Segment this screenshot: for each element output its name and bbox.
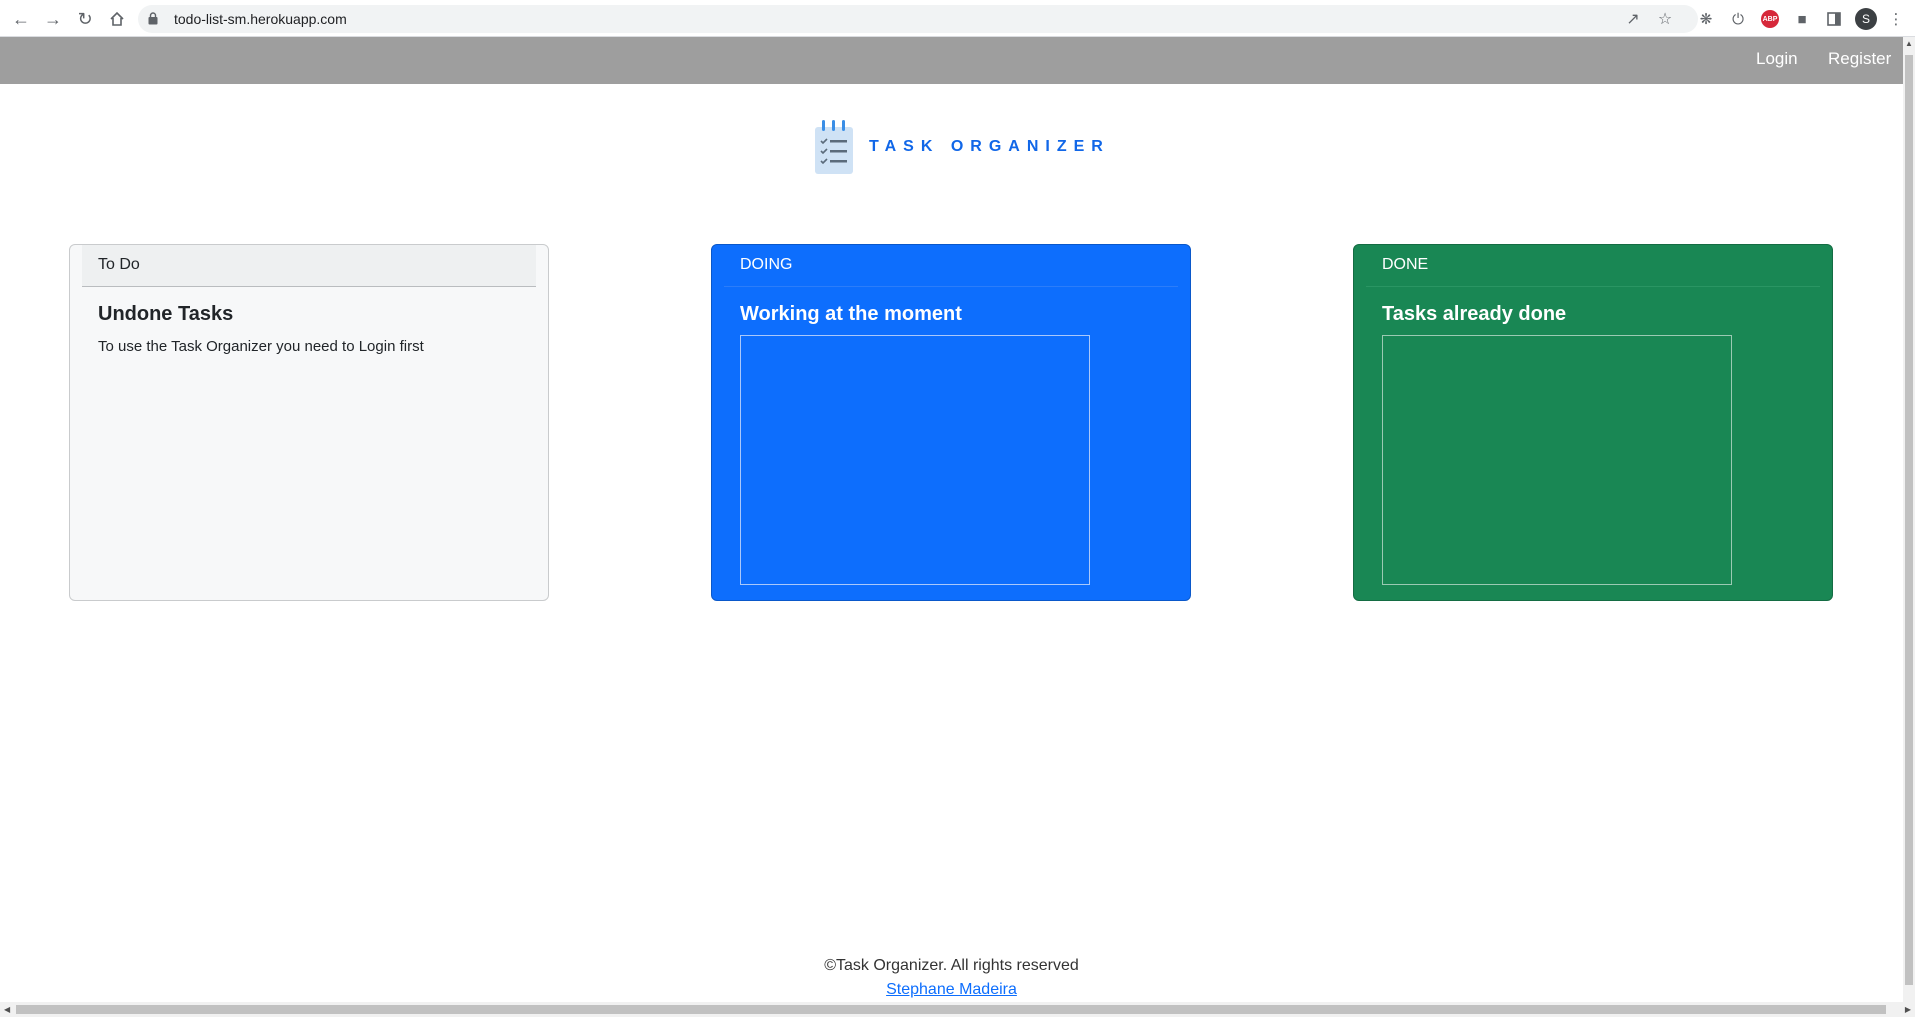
adblock-extension-icon[interactable]: ABP — [1758, 7, 1782, 31]
logo-text: TASK ORGANIZER — [869, 138, 1110, 155]
browser-toolbar: ← → ↻ todo-list-sm.herokuapp.com ↗ ☆ ❋ ⏻… — [0, 0, 1915, 37]
footer-author: Stephane Madeira — [0, 981, 1903, 999]
site-logo[interactable]: TASK ORGANIZER — [815, 120, 1110, 174]
scroll-up-icon[interactable]: ▲ — [1905, 39, 1913, 48]
url-text[interactable]: todo-list-sm.herokuapp.com — [174, 11, 347, 27]
vertical-scrollbar[interactable]: ▲ — [1903, 37, 1915, 1002]
login-link[interactable]: Login — [1756, 49, 1798, 69]
browser-menu-icon[interactable]: ⋮ — [1884, 7, 1908, 31]
reload-icon[interactable]: ↻ — [73, 7, 97, 31]
doing-card: DOING Working at the moment — [711, 244, 1191, 601]
done-card-title: Tasks already done — [1382, 303, 1567, 325]
side-panel-icon[interactable] — [1822, 7, 1846, 31]
adblock-label: ABP — [1761, 10, 1779, 28]
register-link[interactable]: Register — [1828, 49, 1891, 69]
profile-initial: S — [1855, 8, 1877, 30]
home-icon[interactable] — [105, 7, 129, 31]
horizontal-scroll-thumb[interactable] — [16, 1005, 1886, 1014]
share-icon[interactable]: ↗ — [1623, 9, 1643, 29]
power-icon[interactable]: ⏻ — [1726, 7, 1750, 31]
scroll-right-icon[interactable]: ▶ — [1905, 1005, 1911, 1014]
footer-copyright: ©Task Organizer. All rights reserved — [824, 957, 1079, 974]
todo-card-title: Undone Tasks — [98, 303, 234, 325]
extension-bug-icon[interactable]: ❋ — [1694, 7, 1718, 31]
login-required-message: To use the Task Organizer you need to Lo… — [98, 338, 424, 355]
author-link[interactable]: Stephane Madeira — [886, 981, 1017, 998]
back-icon[interactable]: ← — [9, 7, 33, 31]
done-card-header: DONE — [1366, 245, 1820, 287]
site-navbar: Login Register — [0, 37, 1903, 84]
lock-icon — [148, 12, 158, 25]
profile-avatar[interactable]: S — [1854, 7, 1878, 31]
forward-icon[interactable]: → — [41, 7, 65, 31]
done-task-dropzone[interactable] — [1382, 335, 1732, 585]
address-bar[interactable]: todo-list-sm.herokuapp.com ↗ ☆ — [138, 5, 1698, 33]
bookmark-star-icon[interactable]: ☆ — [1655, 9, 1675, 29]
doing-task-dropzone[interactable] — [740, 335, 1090, 585]
doing-card-header: DOING — [724, 245, 1178, 287]
horizontal-scrollbar[interactable]: ◀ ▶ — [0, 1002, 1915, 1017]
todo-card-header: To Do — [82, 245, 536, 287]
done-card: DONE Tasks already done — [1353, 244, 1833, 601]
vertical-scroll-thumb[interactable] — [1905, 55, 1913, 985]
notepad-checklist-icon — [815, 120, 853, 174]
doing-card-title: Working at the moment — [740, 303, 962, 325]
scroll-left-icon[interactable]: ◀ — [4, 1005, 10, 1014]
puzzle-extensions-icon[interactable]: ■ — [1790, 7, 1814, 31]
todo-card: To Do Undone Tasks To use the Task Organ… — [69, 244, 549, 601]
